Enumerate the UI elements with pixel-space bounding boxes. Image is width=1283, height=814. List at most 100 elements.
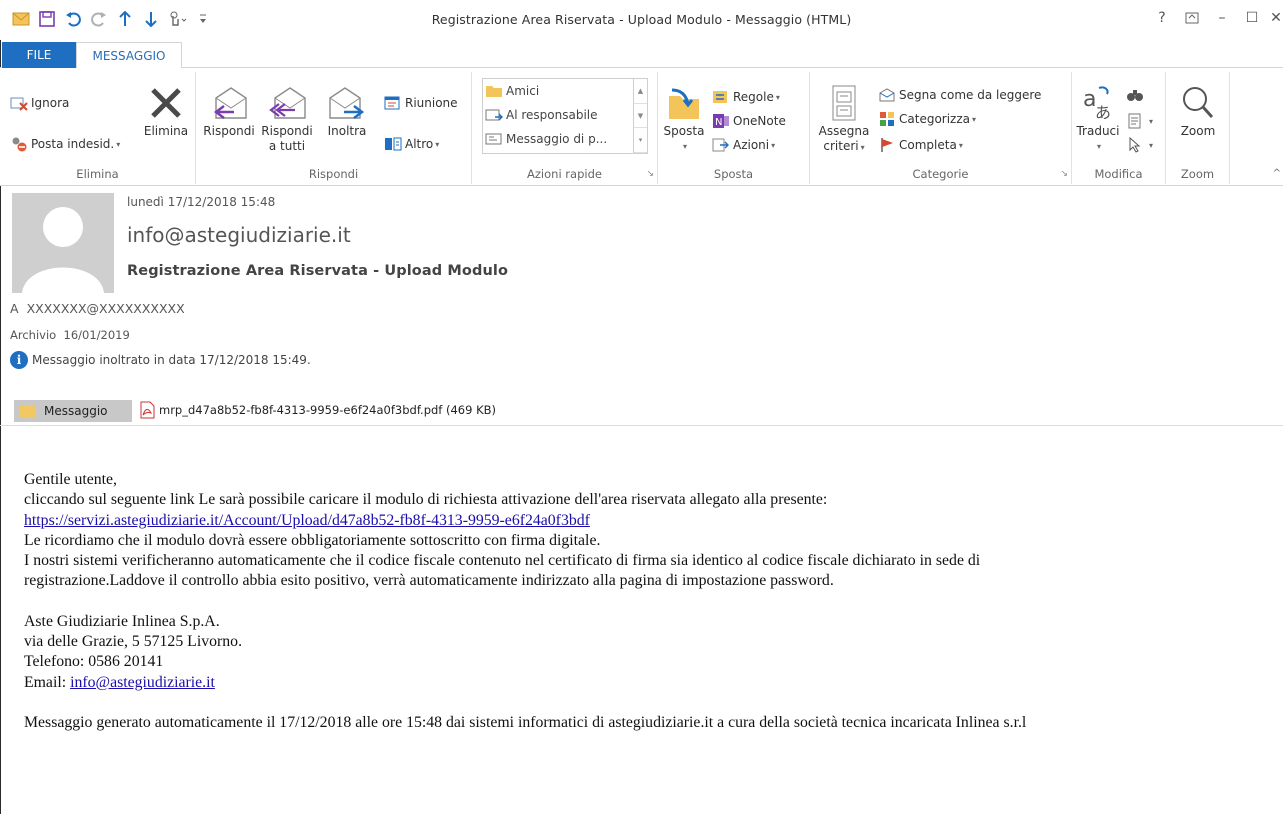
- archive-date: 16/01/2019: [63, 328, 130, 342]
- chevron-down-icon: ▾: [958, 140, 963, 150]
- chevron-down-icon: ▾: [860, 143, 865, 152]
- group-zoom: Zoom Zoom: [1166, 72, 1230, 184]
- meeting-label: Riunione: [405, 96, 458, 110]
- chevron-down-icon: ▾: [775, 92, 780, 102]
- reply-button[interactable]: Rispondi: [203, 82, 255, 139]
- assign-policy-button[interactable]: Assegna criteri ▾: [816, 82, 872, 155]
- meeting-icon: [384, 94, 402, 112]
- rules-icon: [712, 88, 730, 106]
- gallery-scrollbar[interactable]: ▲ ▼ ▾: [633, 79, 647, 154]
- more-respond-button[interactable]: Altro ▾: [384, 135, 439, 153]
- upload-link[interactable]: https://servizi.astegiudiziarie.it/Accou…: [24, 512, 590, 529]
- email-link[interactable]: info@astegiudiziarie.it: [70, 674, 215, 691]
- group-rispondi: Rispondi Rispondi a tutti Inoltra Riunio…: [196, 72, 472, 184]
- flag-icon: [878, 136, 896, 154]
- translate-icon: aあ: [1081, 82, 1115, 122]
- body-line: I nostri sistemi verificheranno automati…: [24, 552, 981, 570]
- mark-unread-label: Segna come da leggere: [899, 88, 1042, 102]
- chevron-down-icon: ▾: [435, 139, 440, 149]
- assign-label-2: criteri: [823, 139, 859, 153]
- gallery-more-icon[interactable]: ▾: [634, 128, 647, 154]
- select-button[interactable]: ▾: [1126, 136, 1153, 154]
- reply-label: Rispondi: [203, 124, 255, 138]
- collapse-ribbon-icon[interactable]: ^: [1273, 168, 1281, 179]
- find-button[interactable]: [1126, 86, 1147, 104]
- help-button[interactable]: ?: [1149, 6, 1175, 30]
- forward-label: Inoltra: [327, 124, 367, 138]
- dialog-launcher-icon[interactable]: ↘: [1060, 169, 1068, 179]
- forward-button[interactable]: Inoltra: [322, 82, 372, 139]
- scroll-up-icon[interactable]: ▲: [634, 79, 647, 104]
- tab-message[interactable]: MESSAGGIO: [76, 42, 182, 69]
- envelope-icon: [20, 405, 36, 417]
- reply-icon: [208, 82, 250, 122]
- quick-step-amici[interactable]: Amici: [483, 79, 647, 103]
- dialog-launcher-icon[interactable]: ↘: [646, 169, 654, 179]
- reply-all-icon: [265, 82, 309, 122]
- group-label-sposta: Sposta: [713, 167, 754, 181]
- chevron-down-icon: ▾: [972, 114, 977, 124]
- email-label: Email:: [24, 673, 67, 691]
- ignore-icon: [10, 94, 28, 112]
- quick-step-label: Al responsabile: [506, 108, 598, 122]
- meeting-button[interactable]: Riunione: [384, 94, 458, 112]
- tab-file[interactable]: FILE: [2, 42, 76, 68]
- delete-button[interactable]: Elimina: [140, 82, 192, 139]
- infobar[interactable]: i Messaggio inoltrato in data 17/12/2018…: [10, 351, 311, 369]
- chevron-down-icon: ▾: [116, 139, 121, 149]
- ribbon-display-icon[interactable]: [1179, 6, 1205, 30]
- document-icon: [1126, 112, 1144, 130]
- translate-button[interactable]: aあ Traduci ▾: [1076, 82, 1120, 154]
- restore-button[interactable]: ☐: [1239, 6, 1265, 30]
- attachment-bar: Messaggio mrp_d47a8b52-fb8f-4313-9959-e6…: [0, 396, 1283, 426]
- group-label-modifica: Modifica: [1094, 167, 1143, 181]
- delete-label: Elimina: [143, 124, 189, 138]
- greeting: Gentile utente,: [24, 471, 117, 488]
- followup-button[interactable]: Completa ▾: [878, 136, 963, 154]
- group-modifica: aあ Traduci ▾ ▾ ▾ Modifica: [1072, 72, 1166, 184]
- quick-step-messaggio[interactable]: Messaggio di p...: [483, 127, 647, 151]
- mark-unread-icon: [878, 86, 896, 104]
- rules-button[interactable]: Regole ▾: [712, 88, 780, 106]
- minimize-button[interactable]: –: [1209, 6, 1235, 30]
- mark-unread-button[interactable]: Segna come da leggere: [878, 86, 1041, 104]
- company-address: via delle Grazie, 5 57125 Livorno.: [24, 633, 243, 651]
- body-line: cliccando sul seguente link Le sarà poss…: [24, 491, 828, 509]
- cursor-icon: [1126, 136, 1144, 154]
- scroll-down-icon[interactable]: ▼: [634, 104, 647, 129]
- close-button[interactable]: ✕: [1269, 6, 1283, 30]
- onenote-icon: N: [712, 112, 730, 130]
- quick-step-label: Amici: [506, 84, 540, 98]
- actions-label: Azioni: [733, 138, 770, 152]
- move-button[interactable]: Sposta ▾: [662, 82, 706, 154]
- chevron-down-icon: ▾: [1096, 142, 1101, 151]
- archive-label: Archivio: [10, 328, 57, 342]
- quick-step-responsabile[interactable]: Al responsabile: [483, 103, 647, 127]
- attachment-file[interactable]: mrp_d47a8b52-fb8f-4313-9959-e6f24a0f3bdf…: [138, 401, 496, 419]
- assign-label: Assegna: [818, 124, 870, 138]
- chevron-down-icon: ▾: [682, 142, 687, 151]
- sender[interactable]: info@astegiudiziarie.it: [127, 223, 351, 247]
- chevron-down-icon: ▾: [1149, 116, 1154, 126]
- ignore-label: Ignora: [31, 96, 70, 110]
- zoom-button[interactable]: Zoom: [1174, 82, 1222, 139]
- quick-steps-gallery: Amici Al responsabile Messaggio di p... …: [482, 78, 648, 154]
- ignore-button[interactable]: Ignora: [10, 94, 69, 112]
- folder-icon: [485, 82, 503, 100]
- infobar-text: Messaggio inoltrato in data 17/12/2018 1…: [32, 353, 311, 367]
- reply-all-label: Rispondi: [261, 124, 313, 138]
- title-bar: Registrazione Area Riservata - Upload Mo…: [0, 0, 1283, 40]
- forward-icon: [326, 82, 368, 122]
- message-header: lunedì 17/12/2018 15:48 info@astegiudizi…: [0, 187, 1283, 392]
- actions-button[interactable]: Azioni ▾: [712, 136, 775, 154]
- reply-all-button[interactable]: Rispondi a tutti: [258, 82, 316, 154]
- footer-note: Messaggio generato automaticamente il 17…: [24, 713, 1027, 731]
- move-folder-icon: [666, 82, 702, 122]
- message-tab[interactable]: Messaggio: [14, 400, 132, 422]
- related-button[interactable]: ▾: [1126, 112, 1153, 130]
- chevron-down-icon: ▾: [1149, 140, 1154, 150]
- categorize-button[interactable]: Categorizza ▾: [878, 110, 976, 128]
- recipient[interactable]: XXXXXXX@XXXXXXXXXX: [27, 301, 185, 316]
- junk-button[interactable]: Posta indesid. ▾: [10, 135, 120, 153]
- onenote-button[interactable]: N OneNote: [712, 112, 786, 130]
